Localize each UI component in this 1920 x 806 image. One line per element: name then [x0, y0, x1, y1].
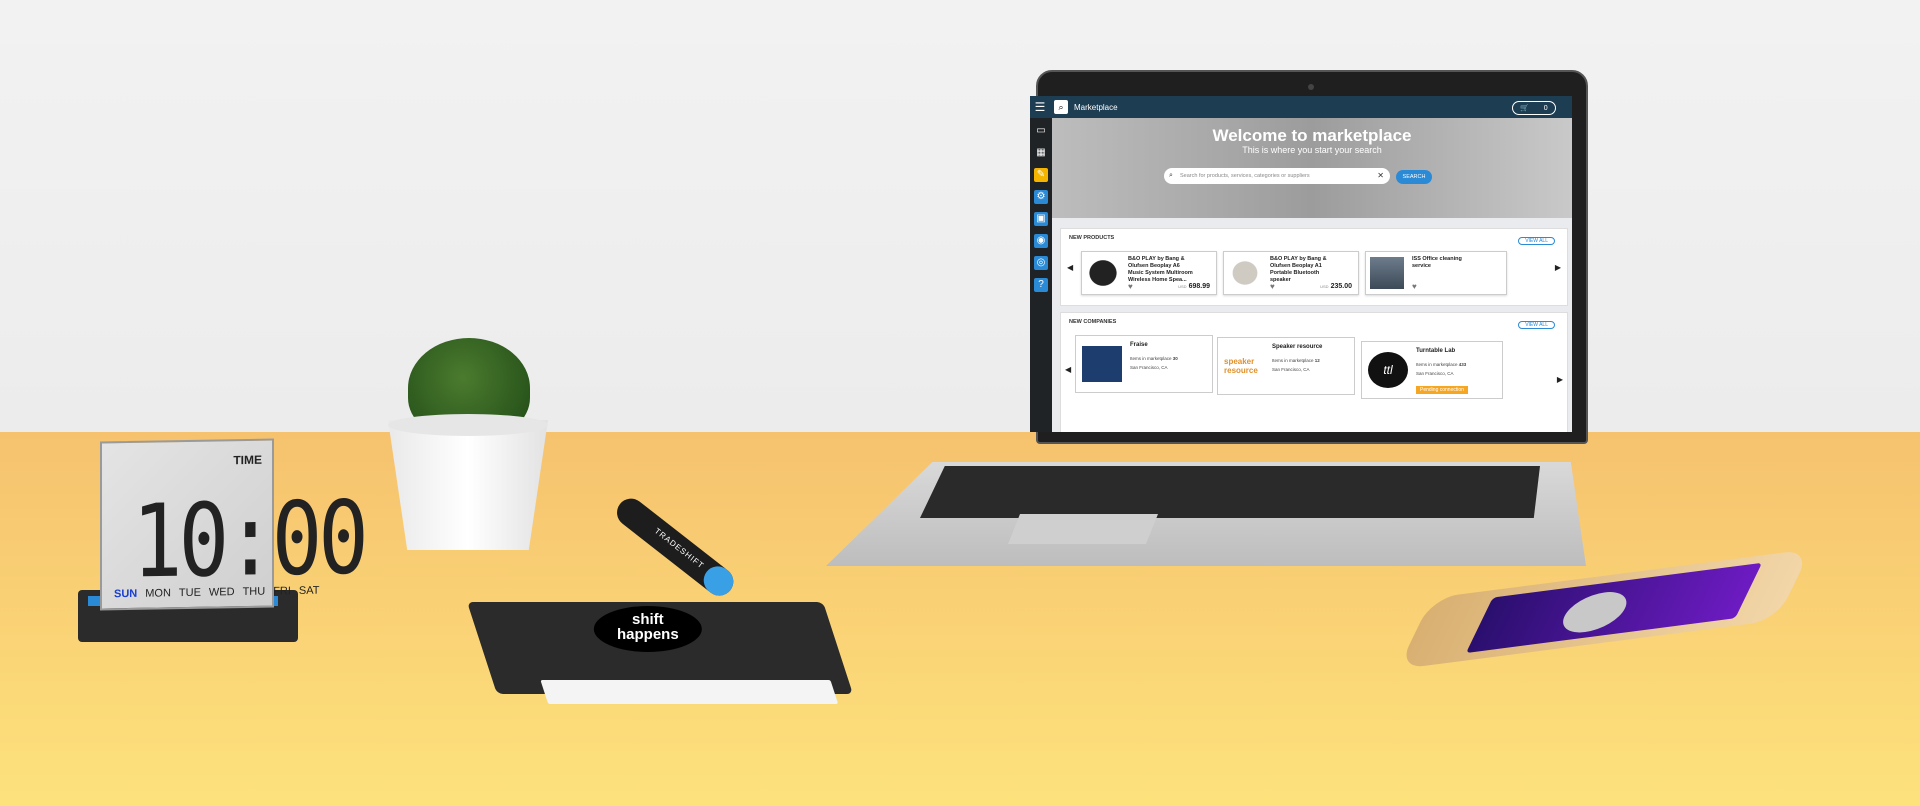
company-card[interactable]: ttl Turntable Lab Items in marketplace 4…	[1361, 341, 1503, 399]
clock-day-fri: FRI	[273, 585, 291, 598]
product-price: USD 698.99	[1178, 283, 1210, 290]
product-currency: USD	[1178, 284, 1187, 289]
company-name: Fraise	[1130, 342, 1148, 348]
chevron-right-icon[interactable]: ▶	[1555, 263, 1561, 272]
app-title: Marketplace	[1074, 102, 1118, 112]
search-icon[interactable]: ⌕	[1054, 100, 1068, 114]
company-logo	[1082, 346, 1122, 382]
new-companies-view-all-button[interactable]: VIEW ALL	[1518, 321, 1555, 329]
cart-button[interactable]: 🛒 0	[1512, 101, 1556, 115]
search-placeholder: Search for products, services, categorie…	[1180, 173, 1310, 179]
inbox-icon[interactable]: ▭	[1034, 124, 1048, 138]
notebook-logo-line2: happens	[616, 626, 679, 643]
heart-icon[interactable]: ♥	[1412, 282, 1417, 291]
clock-day-tue: TUE	[178, 586, 201, 600]
clock-day-wed: WED	[208, 586, 235, 599]
clock-day-sat: SAT	[298, 584, 320, 598]
menu-icon[interactable]: ☰	[1030, 96, 1050, 118]
company-logo: speaker resource	[1224, 357, 1258, 375]
document-icon[interactable]: ✎	[1034, 168, 1048, 182]
apps-grid-icon[interactable]: ▦	[1034, 146, 1048, 160]
company-meta: Items in marketplace 12 San Francisco, C…	[1272, 356, 1320, 374]
laptop-keyboard	[920, 466, 1540, 518]
company-location: San Francisco, CA	[1130, 365, 1168, 370]
product-price-value: 698.99	[1188, 283, 1210, 290]
product-price-value: 235.00	[1330, 283, 1352, 290]
cart-count: 0	[1543, 104, 1548, 112]
new-companies-heading: NEW COMPANIES	[1069, 319, 1117, 325]
items-count: 30	[1172, 356, 1178, 361]
hero-title: Welcome to marketplace	[1212, 126, 1412, 145]
items-label: Items in marketplace	[1272, 358, 1314, 363]
new-products-heading: NEW PRODUCTS	[1069, 235, 1115, 241]
clock-day-mon: MON	[145, 587, 171, 600]
cart-icon: 🛒	[1520, 105, 1530, 112]
flower-pot-rim	[388, 414, 548, 436]
help-icon[interactable]: ?	[1034, 278, 1048, 292]
company-name: Speaker resource	[1272, 344, 1323, 350]
phone-screen-photo	[1554, 588, 1635, 636]
hero-banner: Welcome to marketplace This is where you…	[1052, 118, 1572, 218]
product-name: ISS Office cleaning service	[1412, 256, 1462, 269]
company-meta: Items in marketplace 30 San Francisco, C…	[1130, 354, 1178, 372]
desk-clock: TIME 10:00 SUN MON TUE WED THU FRI SAT	[100, 438, 365, 611]
chevron-left-icon[interactable]: ◀	[1065, 365, 1071, 374]
clock-day-thu: THU	[242, 585, 266, 599]
status-badge: Pending connection	[1416, 386, 1468, 394]
company-meta: Items in marketplace 433 San Francisco, …	[1416, 360, 1466, 378]
product-image	[1228, 257, 1262, 289]
new-products-view-all-button[interactable]: VIEW ALL	[1518, 237, 1555, 245]
items-count: 433	[1458, 362, 1467, 367]
company-name: Turntable Lab	[1416, 348, 1456, 354]
cart-icon[interactable]: ▣	[1034, 212, 1048, 226]
company-card[interactable]: speaker resource Speaker resource Items …	[1217, 337, 1355, 395]
company-card[interactable]: Fraise Items in marketplace 30 San Franc…	[1075, 335, 1213, 393]
items-count: 12	[1314, 358, 1320, 363]
search-icon: ⌕	[1169, 172, 1173, 179]
clock-label: TIME	[233, 452, 262, 468]
product-name: B&O PLAY by Bang & Olufsen Beoplay A1 Po…	[1270, 256, 1327, 283]
laptop-touchpad	[1008, 514, 1158, 544]
items-label: Items in marketplace	[1416, 362, 1458, 367]
search-input[interactable]: ⌕ Search for products, services, categor…	[1164, 168, 1390, 184]
company-location: San Francisco, CA	[1416, 371, 1454, 376]
product-card[interactable]: B&O PLAY by Bang & Olufsen Beoplay A6 Mu…	[1081, 251, 1217, 295]
settings-icon[interactable]: ⚙	[1034, 190, 1048, 204]
new-products-section: NEW PRODUCTS VIEW ALL ◀ ▶ B&O PLAY by Ba…	[1060, 228, 1568, 306]
camera-icon	[1308, 84, 1314, 90]
heart-icon[interactable]: ♥	[1128, 282, 1133, 291]
clock-time: 10:00	[132, 478, 365, 601]
notebook-pages	[540, 680, 839, 704]
app-topbar: ☰ ⌕ Marketplace 🛒 0	[1030, 96, 1572, 118]
product-price: USD 235.00	[1320, 283, 1352, 290]
search-button[interactable]: SEARCH	[1396, 170, 1432, 184]
chevron-right-icon[interactable]: ▶	[1557, 375, 1563, 384]
company-logo: ttl	[1368, 352, 1408, 388]
new-companies-section: NEW COMPANIES VIEW ALL ◀ ▶ Fraise Items …	[1060, 312, 1568, 432]
contacts-icon[interactable]: ◎	[1034, 256, 1048, 270]
clock-day-sun: SUN	[114, 587, 138, 601]
product-card[interactable]: ISS Office cleaning service ♥	[1365, 251, 1507, 295]
product-name: B&O PLAY by Bang & Olufsen Beoplay A6 Mu…	[1128, 256, 1193, 283]
laptop-screen: ☰ ⌕ Marketplace 🛒 0 ▭ ▦ ✎ ⚙ ▣ ◉ ◎ ? Welc…	[1030, 96, 1572, 432]
people-icon[interactable]: ◉	[1034, 234, 1048, 248]
product-image	[1086, 257, 1120, 289]
hero-subtitle: This is where you start your search	[1242, 145, 1382, 155]
close-icon[interactable]: ✕	[1377, 168, 1384, 184]
notebook-logo: shift happens	[593, 606, 702, 652]
flower-pot	[388, 420, 548, 550]
chevron-left-icon[interactable]: ◀	[1067, 263, 1073, 272]
heart-icon[interactable]: ♥	[1270, 282, 1275, 291]
wall-background	[0, 0, 1920, 432]
product-card[interactable]: B&O PLAY by Bang & Olufsen Beoplay A1 Po…	[1223, 251, 1359, 295]
notebook: shift happens	[467, 602, 853, 704]
product-currency: USD	[1320, 284, 1329, 289]
items-label: Items in marketplace	[1130, 356, 1172, 361]
app-sidebar: ▭ ▦ ✎ ⚙ ▣ ◉ ◎ ?	[1030, 118, 1052, 432]
product-image	[1370, 257, 1404, 289]
company-location: San Francisco, CA	[1272, 367, 1310, 372]
